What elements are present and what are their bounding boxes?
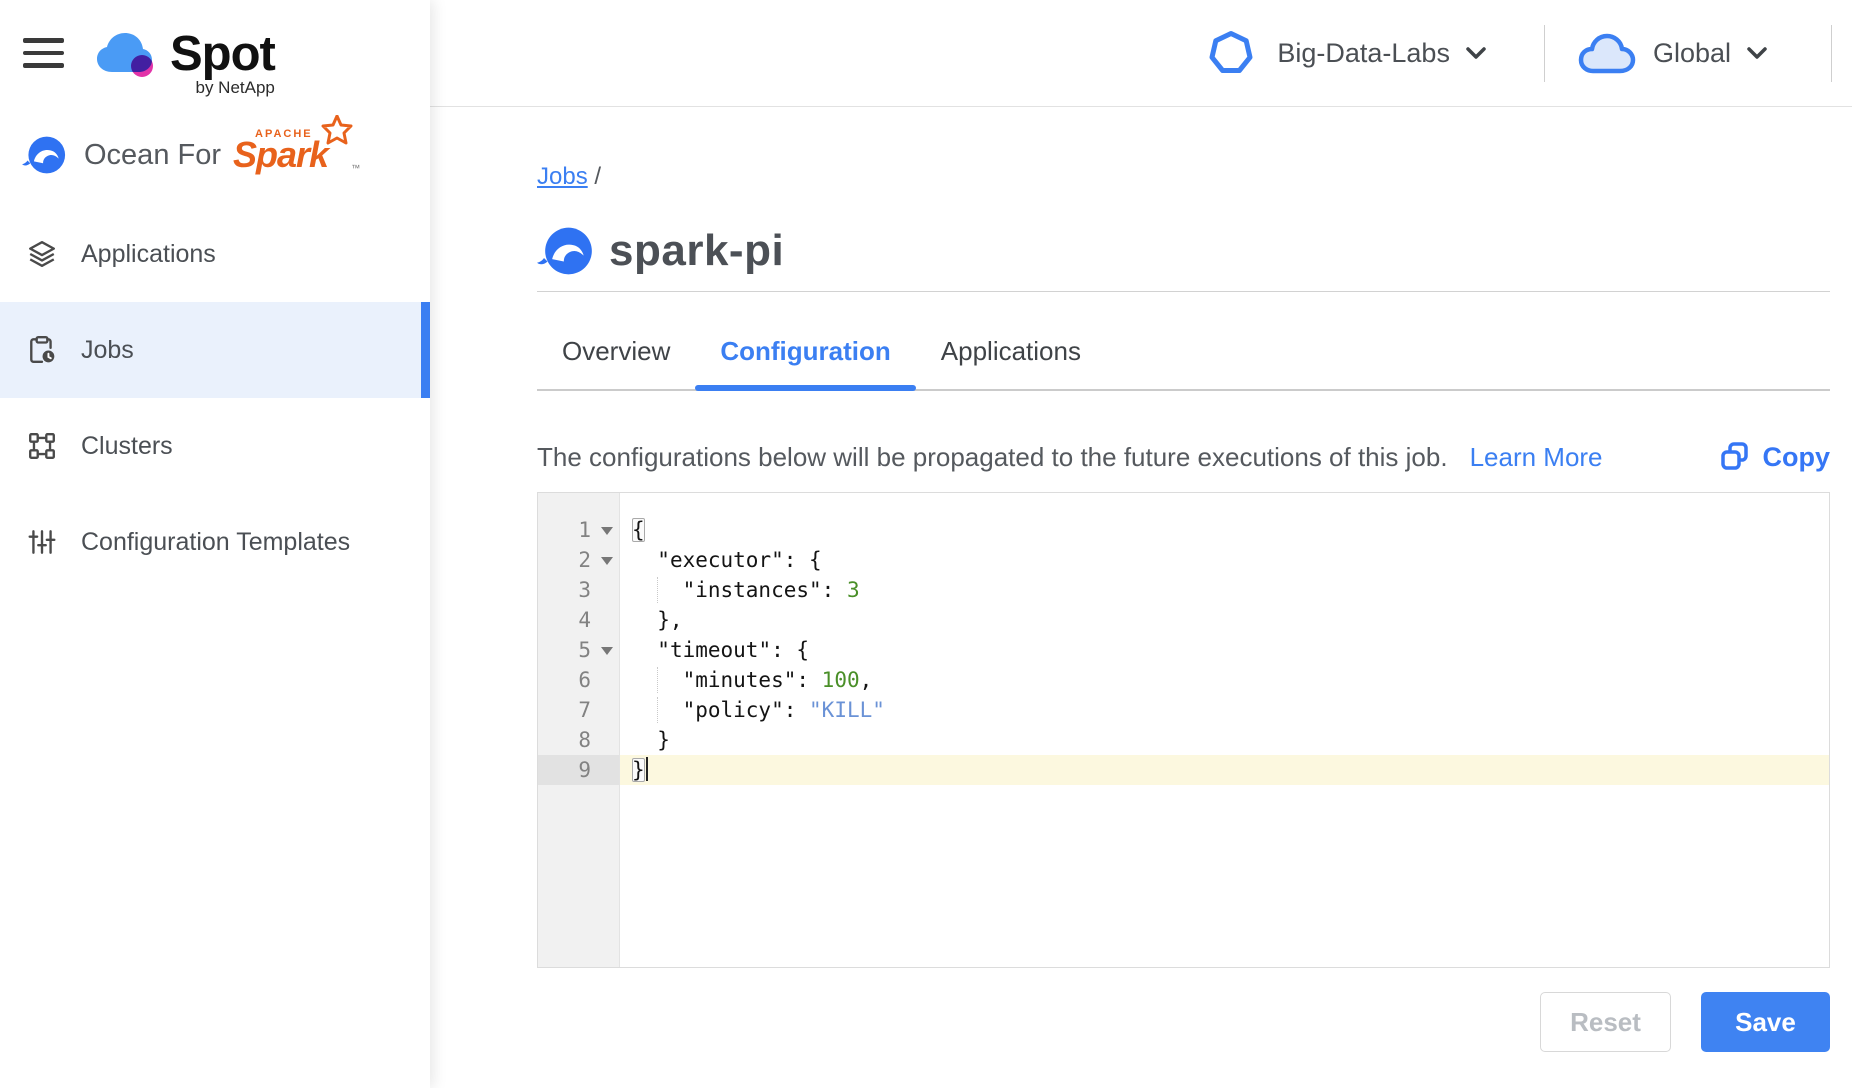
code-line-2[interactable]: "executor": { (620, 545, 1829, 575)
cluster-nodes-icon (27, 431, 57, 461)
gutter-line-5[interactable]: 5 (538, 635, 619, 665)
sidebar-item-label: Clusters (81, 432, 173, 461)
spark-wordmark: Spark (233, 134, 328, 175)
spark-star-icon (320, 115, 354, 149)
gutter-line-2[interactable]: 2 (538, 545, 619, 575)
code-line-6[interactable]: "minutes": 100, (620, 665, 1829, 695)
header-divider (1831, 25, 1832, 82)
product-brand: Ocean For APACHE Spark ™ (22, 133, 328, 177)
organization-name: Big-Data-Labs (1277, 38, 1450, 69)
product-name: Ocean For (84, 139, 221, 172)
indent-guide (657, 577, 658, 603)
apache-spark-logo: APACHE Spark ™ (233, 137, 328, 173)
organization-switcher[interactable]: Big-Data-Labs (1207, 29, 1488, 77)
sidebar-item-configuration-templates[interactable]: Configuration Templates (0, 494, 430, 590)
main-content: Jobs / spark-pi Overview Configuration A… (430, 107, 1852, 1088)
sidebar-item-clusters[interactable]: Clusters (0, 398, 430, 494)
header-divider (1544, 25, 1545, 82)
gutter-line-3: 3 (538, 575, 619, 605)
clipboard-clock-icon (27, 335, 57, 365)
gutter-line-1[interactable]: 1 (538, 515, 619, 545)
scope-switcher[interactable]: Global (1577, 30, 1769, 76)
cloud-icon (1577, 30, 1639, 76)
page-title-row: spark-pi (537, 223, 1830, 279)
fold-arrow-icon[interactable] (601, 557, 613, 565)
ocean-job-icon (537, 223, 593, 279)
breadcrumb-jobs-link[interactable]: Jobs (537, 163, 588, 190)
sidebar: Spot by NetApp Ocean For APACHE Spark (0, 0, 430, 1088)
gutter-line-9: 9 (538, 755, 619, 785)
tab-bar: Overview Configuration Applications (537, 312, 1830, 391)
editor-gutter: 123456789 (538, 493, 620, 967)
config-description: The configurations below will be propaga… (537, 442, 1448, 472)
copy-button[interactable]: Copy (1719, 441, 1831, 473)
apache-label: APACHE (255, 128, 313, 140)
layers-icon (27, 239, 57, 269)
code-line-8[interactable]: } (620, 725, 1829, 755)
indent-guide (657, 697, 658, 723)
code-line-4[interactable]: }, (620, 605, 1829, 635)
spot-wordmark: Spot (170, 26, 275, 82)
code-line-1[interactable]: { (620, 515, 1829, 545)
learn-more-link[interactable]: Learn More (1470, 442, 1603, 472)
chevron-down-icon (1745, 43, 1769, 63)
copy-icon (1719, 441, 1751, 473)
code-line-5[interactable]: "timeout": { (620, 635, 1829, 665)
sidebar-item-applications[interactable]: Applications (0, 206, 430, 302)
sidebar-item-label: Jobs (81, 336, 134, 365)
tab-applications[interactable]: Applications (916, 312, 1106, 389)
sidebar-item-label: Applications (81, 240, 216, 269)
action-buttons-row: Reset Save (537, 992, 1830, 1052)
spark-trademark: ™ (351, 163, 360, 173)
chevron-down-icon (1464, 43, 1488, 63)
gutter-line-8: 8 (538, 725, 619, 755)
scope-name: Global (1653, 38, 1731, 69)
copy-label: Copy (1763, 442, 1831, 473)
gutter-line-4: 4 (538, 605, 619, 635)
fold-arrow-icon[interactable] (601, 647, 613, 655)
gutter-line-7: 7 (538, 695, 619, 725)
sliders-icon (27, 527, 57, 557)
sidebar-item-jobs[interactable]: Jobs (0, 302, 430, 398)
text-cursor (646, 757, 648, 781)
spot-cloud-icon (92, 28, 162, 80)
breadcrumb-separator: / (594, 163, 601, 190)
tab-configuration[interactable]: Configuration (695, 312, 915, 389)
page-title: spark-pi (609, 226, 784, 276)
app-root: Big-Data-Labs Global Jobs / (0, 0, 1852, 1088)
indent-guide (657, 667, 658, 693)
gutter-line-6: 6 (538, 665, 619, 695)
menu-hamburger-icon[interactable] (23, 38, 64, 68)
breadcrumb: Jobs / (537, 163, 1830, 191)
code-line-3[interactable]: "instances": 3 (620, 575, 1829, 605)
save-button[interactable]: Save (1701, 992, 1830, 1052)
code-line-7[interactable]: "policy": "KILL" (620, 695, 1829, 725)
tab-overview[interactable]: Overview (537, 312, 695, 389)
reset-button[interactable]: Reset (1540, 992, 1671, 1052)
sidebar-item-label: Configuration Templates (81, 528, 350, 557)
config-description-row: The configurations below will be propaga… (537, 441, 1830, 473)
ocean-logo-icon (22, 133, 66, 177)
fold-arrow-icon[interactable] (601, 527, 613, 535)
sidebar-nav: Applications Jobs (0, 206, 430, 590)
top-header: Big-Data-Labs Global (430, 0, 1852, 107)
json-config-editor[interactable]: 123456789 { "executor": { "instances": 3… (537, 492, 1830, 968)
title-divider (537, 291, 1830, 292)
organization-heptagon-icon (1207, 29, 1255, 77)
spot-logo[interactable]: Spot by NetApp (92, 26, 275, 98)
editor-code[interactable]: { "executor": { "instances": 3 }, "timeo… (620, 493, 1829, 967)
code-line-9[interactable]: } (620, 755, 1829, 785)
